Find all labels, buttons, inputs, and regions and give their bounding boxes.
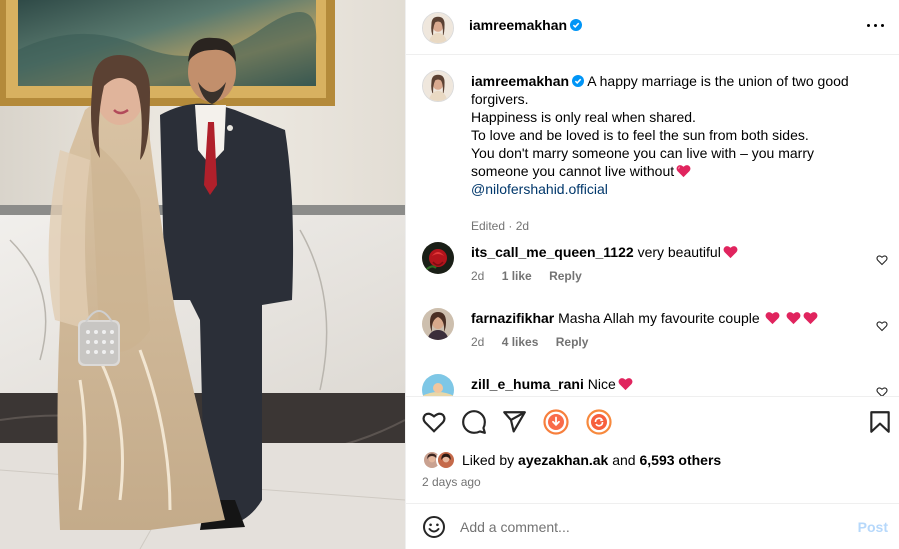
red-heart-emoji-icon [803, 312, 818, 325]
comment-body: Nice [587, 376, 616, 392]
emoji-icon[interactable] [422, 515, 446, 539]
author-avatar[interactable] [422, 12, 454, 44]
verified-badge-icon [570, 19, 583, 31]
red-heart-emoji-icon [676, 165, 691, 178]
action-bar [406, 396, 899, 448]
add-comment-bar: Post [406, 503, 899, 549]
refresh-circle-icon[interactable] [586, 409, 612, 435]
save-button[interactable] [867, 409, 893, 435]
edited-label: Edited · 2d [471, 219, 530, 233]
download-extension-button[interactable] [543, 409, 569, 435]
comment-time: 2d [471, 335, 485, 349]
repost-extension-button[interactable] [586, 409, 612, 435]
commenter-avatar[interactable] [422, 308, 454, 340]
comment-like-count[interactable]: 4 likes [502, 335, 539, 349]
commenter-avatar[interactable] [422, 242, 454, 274]
comment-bubble-icon[interactable] [461, 409, 487, 435]
likes-text: Liked by ayezakhan.ak and 6,593 others [462, 452, 721, 468]
author-username-text[interactable]: iamreemakhan [469, 17, 567, 33]
commenter-username[interactable]: farnazifikhar [471, 310, 554, 326]
red-heart-emoji-icon [723, 246, 738, 259]
likes-prefix: Liked by [462, 452, 515, 468]
caption-line: You don't marry someone you can live wit… [471, 145, 814, 161]
post-panel: iamreemakhan iamreemakhan A happy marria… [405, 0, 899, 549]
caption-author-avatar[interactable] [422, 70, 454, 102]
comment-time: 2d [471, 269, 485, 283]
comment-text: zill_e_huma_rani Nice [471, 376, 633, 392]
heart-outline-icon[interactable] [421, 409, 447, 435]
paper-plane-icon[interactable] [501, 409, 527, 435]
caption-line: Happiness is only real when shared. [471, 109, 696, 125]
commenter-username[interactable]: its_call_me_queen_1122 [471, 244, 634, 260]
more-options-icon[interactable] [866, 18, 886, 34]
post-photo[interactable] [0, 0, 405, 549]
post-timestamp[interactable]: 2 days ago [422, 475, 481, 489]
comment-item: farnazifikhar Masha Allah my favourite c… [422, 308, 892, 358]
comment-item: its_call_me_queen_1122 very beautiful 2d… [422, 242, 892, 292]
like-button[interactable] [421, 409, 447, 435]
comment-item: zill_e_huma_rani Nice [422, 374, 892, 396]
comment-meta: 2d 4 likes Reply [471, 335, 602, 349]
caption-text: iamreemakhan A happy marriage is the uni… [471, 72, 871, 198]
download-circle-icon[interactable] [543, 409, 569, 435]
red-heart-emoji-icon [786, 312, 801, 325]
post-comment-button[interactable]: Post [858, 519, 888, 535]
mention-link[interactable]: @nilofershahid.official [471, 180, 871, 198]
reply-button[interactable]: Reply [549, 269, 582, 283]
comment-body: Masha Allah my favourite couple [558, 310, 760, 326]
comment-button[interactable] [461, 409, 487, 435]
comment-text: farnazifikhar Masha Allah my favourite c… [471, 310, 818, 326]
caption-line: To love and be loved is to feel the sun … [471, 127, 809, 143]
share-button[interactable] [501, 409, 527, 435]
comment-text: its_call_me_queen_1122 very beautiful [471, 244, 738, 260]
likes-joiner: and [612, 452, 636, 468]
comment-meta: 2d 1 like Reply [471, 269, 596, 283]
red-heart-emoji-icon [765, 312, 780, 325]
caption-line: someone you cannot live without [471, 162, 871, 180]
comment-body: very beautiful [637, 244, 721, 260]
likes-others-link[interactable]: 6,593 others [639, 452, 721, 468]
likes-summary: Liked by ayezakhan.ak and 6,593 others [422, 450, 892, 470]
commenter-avatar[interactable] [422, 374, 454, 396]
heart-outline-icon[interactable] [876, 254, 888, 266]
commenter-username[interactable]: zill_e_huma_rani [471, 376, 584, 392]
reply-button[interactable]: Reply [556, 335, 589, 349]
post-header: iamreemakhan [406, 0, 899, 55]
comment-like-count[interactable]: 1 like [502, 269, 532, 283]
liker-avatar[interactable] [436, 450, 456, 470]
verified-badge-icon [572, 75, 585, 87]
heart-outline-icon[interactable] [876, 386, 888, 396]
author-username[interactable]: iamreemakhan [469, 17, 583, 33]
red-heart-emoji-icon [618, 378, 633, 391]
comment-input[interactable] [460, 516, 840, 538]
caption-line: iamreemakhan A happy marriage is the uni… [471, 72, 871, 90]
caption-line-text: someone you cannot live without [471, 163, 675, 179]
bookmark-icon[interactable] [867, 409, 893, 435]
caption-line: forgivers. [471, 91, 529, 107]
liker-username[interactable]: ayezakhan.ak [518, 452, 608, 468]
heart-outline-icon[interactable] [876, 320, 888, 332]
comments-scroll-area[interactable]: iamreemakhan A happy marriage is the uni… [406, 56, 899, 396]
caption-username[interactable]: iamreemakhan [471, 73, 569, 89]
caption-line-text: A happy marriage is the union of two goo… [587, 73, 849, 89]
